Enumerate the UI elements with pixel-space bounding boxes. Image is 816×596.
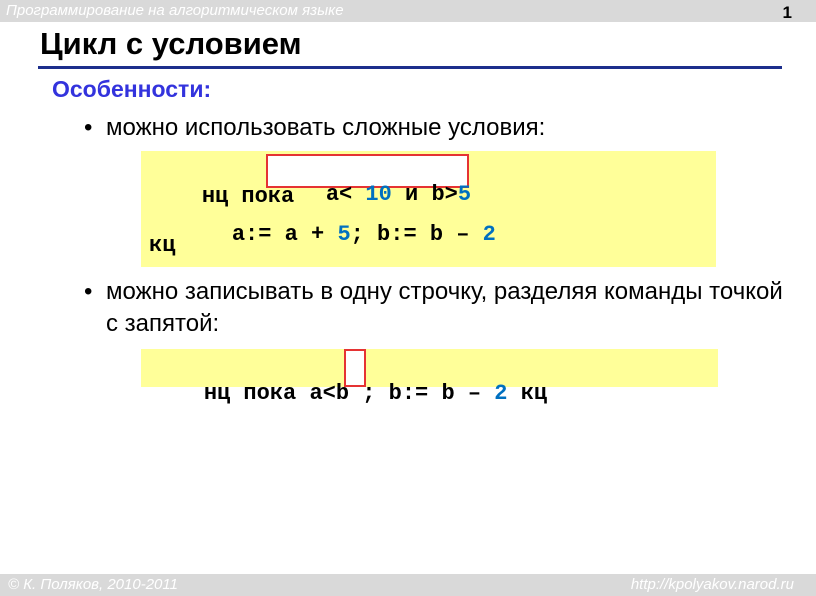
bullet-text: можно записывать в одну строчку, разделя… — [106, 278, 783, 337]
bullet-item: • можно использовать сложные условия: — [84, 112, 784, 144]
footer-bar: © К. Поляков, 2010-2011 http://kpolyakov… — [0, 574, 816, 596]
bullet-text: можно использовать сложные условия: — [106, 114, 546, 141]
bullet-marker: • — [84, 114, 93, 141]
slide-title: Цикл с условием — [40, 26, 302, 61]
page-number: 1 — [782, 3, 792, 22]
code-line-single: нц пока a<b ; b:= b – 2 кц — [203, 381, 548, 406]
website-link[interactable]: http://kpolyakov.narod.ru — [631, 576, 794, 593]
header-bar: Программирование на алгоритмическом язык… — [0, 0, 816, 22]
author-copyright: © К. Поляков, 2010-2011 — [8, 576, 178, 593]
code-block-one-line: нц пока a<b ; b:= b – 2 кц — [141, 349, 718, 406]
title-divider — [38, 66, 782, 69]
code-block-complex-condition: нц пока a< 10 и b>5 a:= a + 5; b:= b – 2… — [141, 151, 716, 267]
section-heading: Особенности: — [52, 76, 212, 102]
code-keyword: нц пока — [203, 381, 297, 406]
code-line-body: a:= a + 5; b:= b – 2 — [231, 222, 496, 247]
code-line-loop-end: кц — [149, 233, 176, 258]
bullet-item: • можно записывать в одну строчку, разде… — [84, 276, 784, 340]
course-title: Программирование на алгоритмическом язык… — [6, 2, 344, 19]
bullet-marker: • — [84, 278, 93, 305]
